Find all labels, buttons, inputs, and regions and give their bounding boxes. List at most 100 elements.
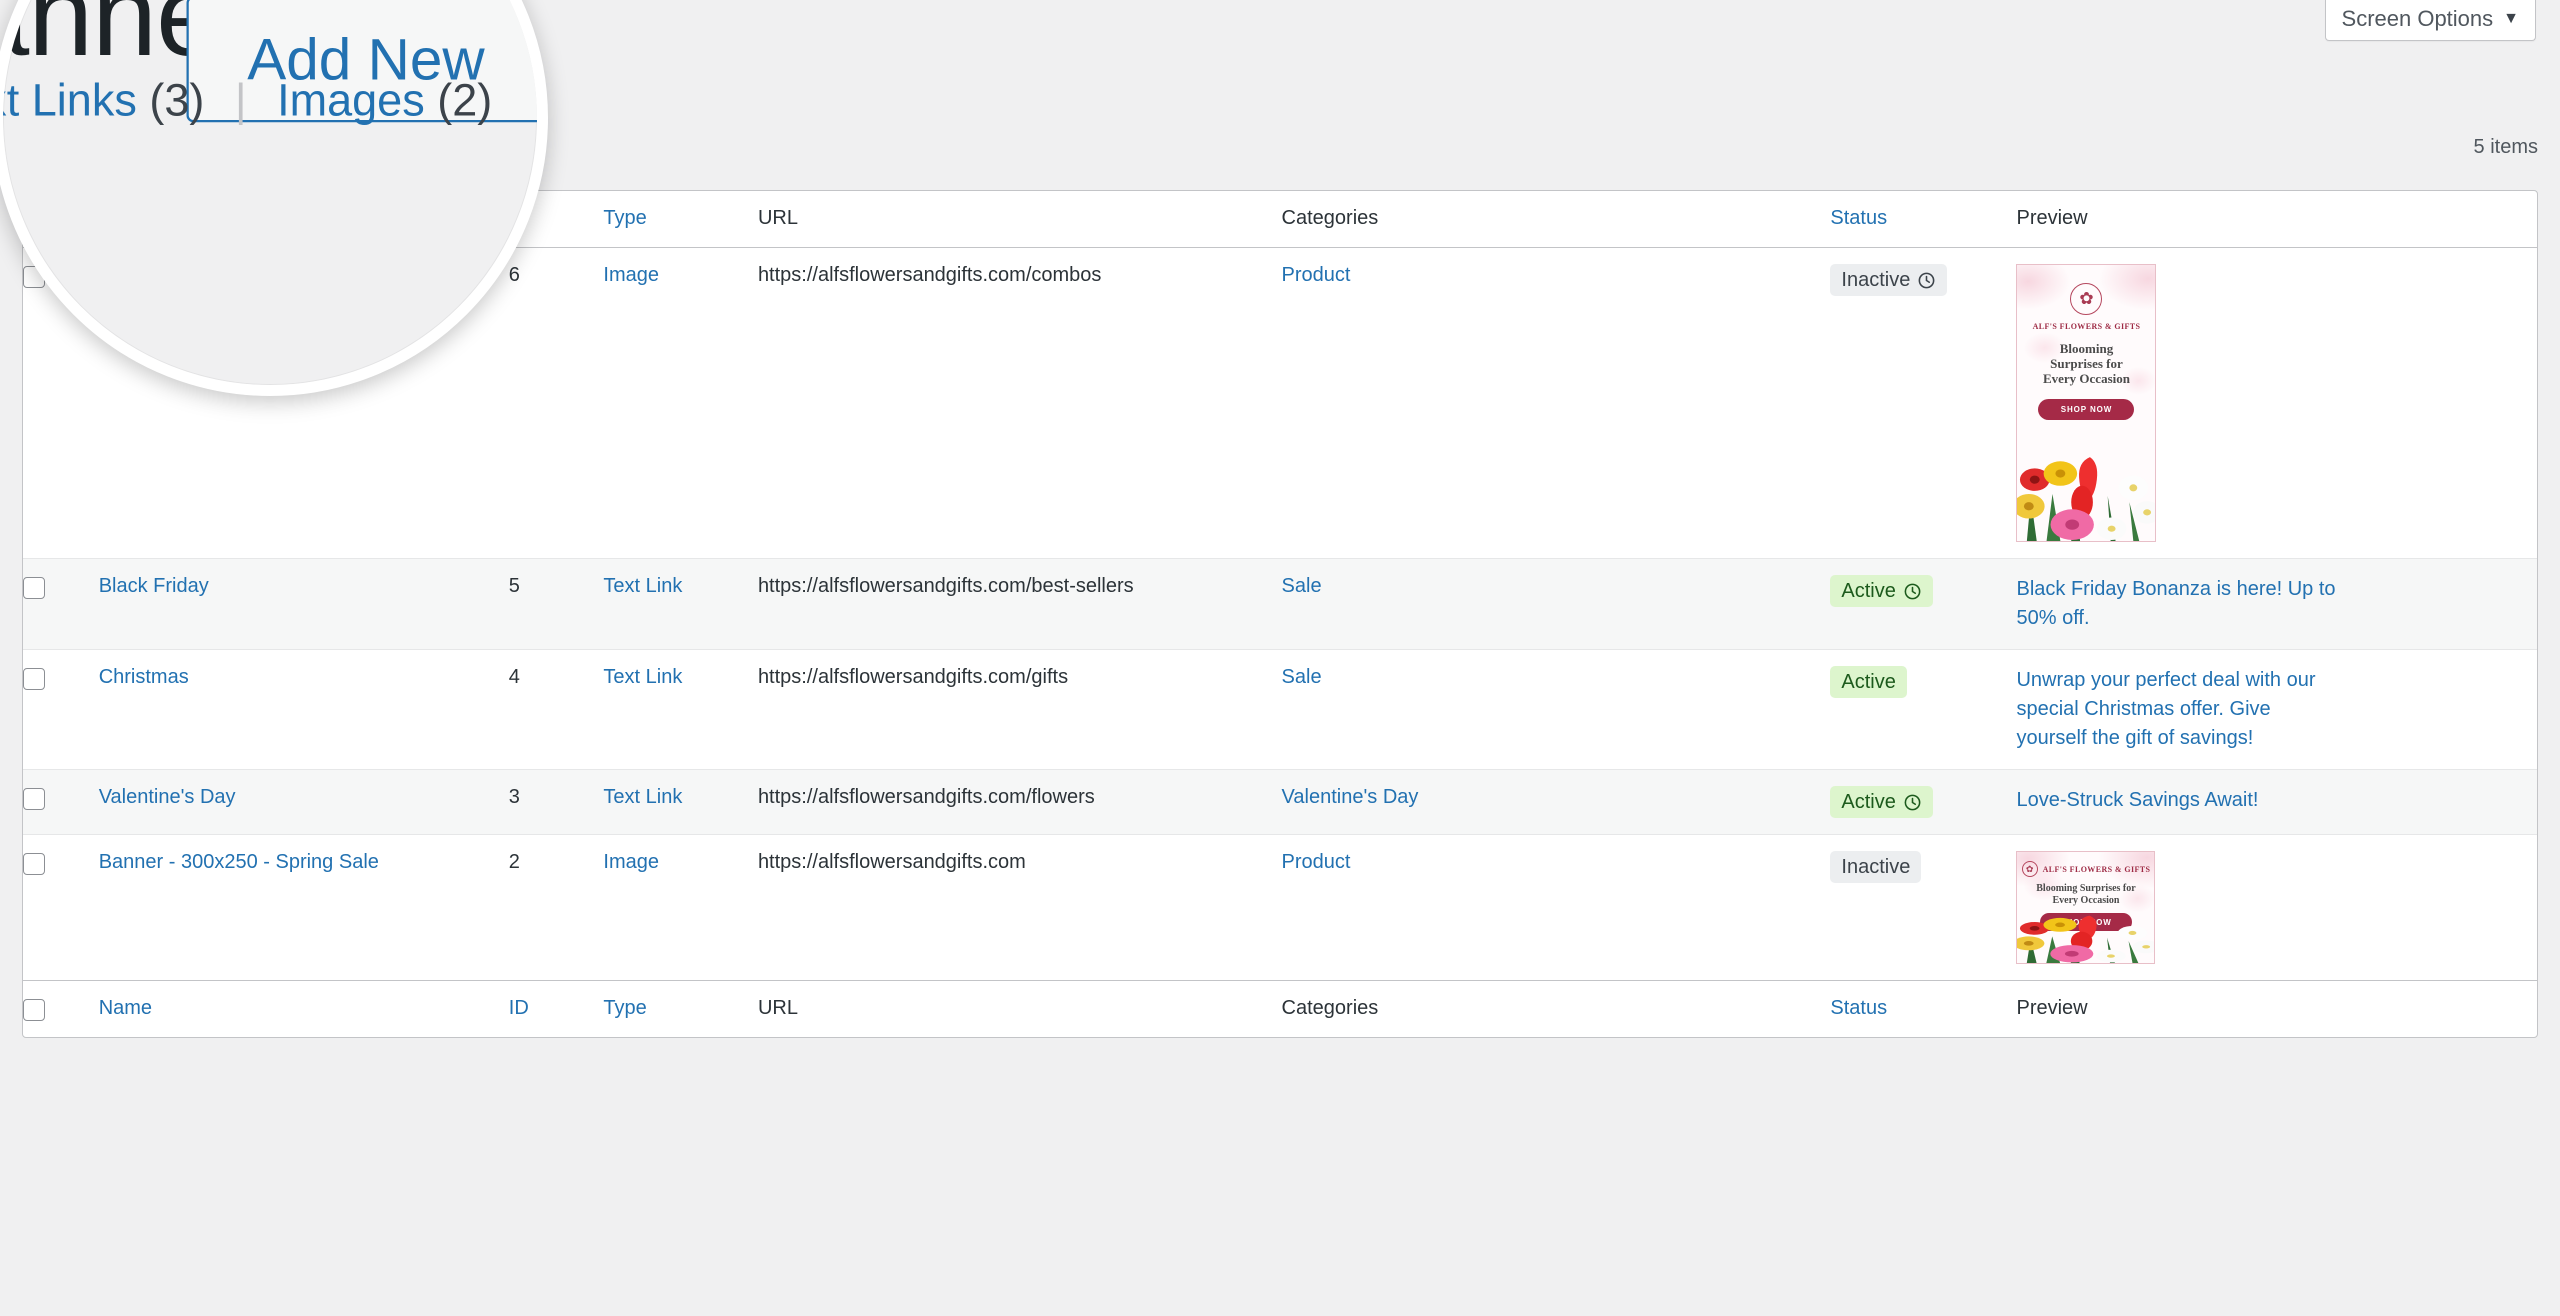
banner-category-link[interactable]: Product xyxy=(1282,264,1351,286)
banner-category-link[interactable]: Sale xyxy=(1282,666,1322,688)
banner-name-link[interactable]: Christmas xyxy=(99,666,189,688)
cell-status: Active xyxy=(1830,559,2016,650)
filter-link-active[interactable]: Active xyxy=(105,95,159,117)
banner-category-link[interactable]: Valentine's Day xyxy=(1282,786,1419,808)
row-select-cell xyxy=(23,650,99,770)
filter-button[interactable]: Filter xyxy=(422,128,501,168)
preview-text[interactable]: Love-Struck Savings Await! xyxy=(2016,786,2336,815)
chevron-down-icon xyxy=(387,144,399,152)
cell-id: 2 xyxy=(509,835,604,981)
column-footer-type[interactable]: Type xyxy=(603,980,758,1037)
cell-preview: ✿ ALF'S FLOWERS & GIFTS Blooming Surprises … xyxy=(2016,248,2537,559)
banner-preview-image-small[interactable]: ✿ ALF'S FLOWERS & GIFTS Blooming Surprises… xyxy=(2016,851,2156,964)
banner-name-link[interactable]: Black Friday xyxy=(99,575,209,597)
column-header-type-link[interactable]: Type xyxy=(603,207,646,229)
column-header-id[interactable]: ID xyxy=(508,191,604,248)
preview-text[interactable]: Black Friday Bonanza is here! Up to 50% … xyxy=(2016,575,2336,633)
bulk-actions-select[interactable]: Bulk actions xyxy=(22,128,212,168)
cell-type: Image xyxy=(603,248,758,559)
banner-category-link[interactable]: Sale xyxy=(1282,575,1322,597)
cell-categories: Product xyxy=(1282,835,1831,981)
brand-logo-icon: ✿ xyxy=(2070,283,2103,315)
status-badge: Active xyxy=(1830,666,1907,698)
clock-icon xyxy=(1918,272,1935,288)
chevron-down-icon: ▼ xyxy=(2503,10,2519,27)
preview-text[interactable]: Unwrap your perfect deal with our specia… xyxy=(2016,666,2336,753)
cell-name: Valentine's Day xyxy=(99,770,509,835)
column-footer-id[interactable]: ID xyxy=(508,980,604,1037)
select-all-checkbox[interactable] xyxy=(23,209,45,231)
table-header-row: Name ID Type URL Categories Status Previ… xyxy=(23,191,2537,248)
banner-headline: Blooming Surprises for Every Occasion xyxy=(2042,341,2130,386)
cell-status: Active xyxy=(1830,770,2016,835)
column-footer-name[interactable]: Name xyxy=(98,980,509,1037)
clock-icon xyxy=(1904,583,1921,599)
filter-link-scheduled[interactable]: Scheduled xyxy=(222,95,317,117)
select-all-checkbox-footer[interactable] xyxy=(23,999,45,1021)
banner-id: 4 xyxy=(508,666,520,688)
banner-brand-row: ✿ ALF'S FLOWERS & GIFTS xyxy=(2021,861,2151,877)
column-footer-url: URL xyxy=(757,980,1282,1037)
cell-url: https://alfsflowersandgifts.com xyxy=(758,835,1282,981)
cell-url: https://alfsflowersandgifts.com/best-sel… xyxy=(758,559,1282,650)
row-checkbox[interactable] xyxy=(23,788,45,810)
column-header-type[interactable]: Type xyxy=(603,191,758,248)
column-header-status[interactable]: Status xyxy=(1830,191,2017,248)
banner-id: 2 xyxy=(508,851,520,873)
table-row[interactable]: Combo Offers 6 Image https://alfsflowersand… xyxy=(23,248,2537,559)
banner-type-link[interactable]: Image xyxy=(603,264,659,286)
cell-url: https://alfsflowersandgifts.com/gifts xyxy=(758,650,1282,770)
banner-id: 6 xyxy=(508,264,520,286)
clock-icon xyxy=(1904,794,1921,810)
row-select-cell xyxy=(23,248,99,559)
banner-type-link[interactable]: Text Link xyxy=(603,786,682,808)
row-checkbox[interactable] xyxy=(23,853,45,875)
row-select-cell xyxy=(23,559,99,650)
status-label: Active xyxy=(1841,791,1896,813)
table-head: Name ID Type URL Categories Status Previ… xyxy=(23,191,2537,248)
banner-name-link[interactable]: Banner - 300x250 - Spring Sale xyxy=(99,851,379,873)
screen-options-button[interactable]: Screen Options ▼ xyxy=(2324,0,2536,41)
banner-url: https://alfsflowersandgifts.com/gifts xyxy=(757,666,1069,688)
banner-type-link[interactable]: Text Link xyxy=(603,575,682,597)
banner-cta-button[interactable]: SHOP NOW xyxy=(2038,398,2135,420)
banner-brand: ALF'S FLOWERS & GIFTS xyxy=(2042,864,2151,874)
banner-content: ✿ ALF'S FLOWERS & GIFTS Blooming Surprises … xyxy=(2017,265,2155,420)
category-filter-select[interactable]: All Categories xyxy=(222,128,412,168)
table-row[interactable]: Banner - 300x250 - Spring Sale 2 Image http… xyxy=(23,834,2537,981)
table-footer-row: Name ID Type URL Categories Status Previ… xyxy=(23,980,2537,1037)
column-header-name-link[interactable]: Name xyxy=(99,207,152,229)
filter-separator: | xyxy=(87,95,94,117)
cell-name: Banner - 300x250 - Spring Sale xyxy=(99,835,509,981)
status-badge: Inactive xyxy=(1830,264,1948,296)
banner-name-link[interactable]: Valentine's Day xyxy=(99,786,236,808)
items-count: 5 items xyxy=(2473,136,2538,158)
table-row[interactable]: Christmas 4 Text Link https://alfsflowersan… xyxy=(23,649,2537,770)
table-navigation: Bulk actions All Categories Filter 5 ite… xyxy=(22,128,2538,168)
cell-status: Inactive xyxy=(1830,248,2016,559)
banner-preview-image[interactable]: ✿ ALF'S FLOWERS & GIFTS Blooming Surprises … xyxy=(2016,264,2157,542)
column-footer-status[interactable]: Status xyxy=(1830,980,2017,1037)
cell-name: Christmas xyxy=(99,650,509,770)
banner-type-link[interactable]: Text Link xyxy=(603,666,682,688)
column-header-categories: Categories xyxy=(1281,191,1831,248)
banner-name-link[interactable]: Combo Offers xyxy=(99,264,223,286)
row-checkbox[interactable] xyxy=(23,668,45,690)
row-checkbox[interactable] xyxy=(23,266,45,288)
filter-count-all: (5) xyxy=(49,95,75,117)
banners-list-table: Name ID Type URL Categories Status Previ… xyxy=(22,190,2538,1038)
banner-category-link[interactable]: Product xyxy=(1282,851,1351,873)
cell-status: Inactive xyxy=(1830,835,2016,981)
row-checkbox[interactable] xyxy=(23,577,45,599)
banner-url: https://alfsflowersandgifts.com/best-sel… xyxy=(757,575,1134,597)
column-header-id-link[interactable]: ID xyxy=(509,207,529,229)
table-row[interactable]: Black Friday 5 Text Link https://alfsflower… xyxy=(23,558,2537,650)
column-header-name[interactable]: Name xyxy=(98,191,509,248)
row-select-cell xyxy=(23,770,99,835)
banner-type-link[interactable]: Image xyxy=(603,851,659,873)
cell-preview: ✿ ALF'S FLOWERS & GIFTS Blooming Surprises… xyxy=(2016,835,2537,981)
table-row[interactable]: Valentine's Day 3 Text Link https://alfsflo… xyxy=(23,769,2537,835)
column-header-status-link[interactable]: Status xyxy=(1830,207,1887,229)
screen-options-label: Screen Options xyxy=(2341,6,2494,31)
filter-link-all[interactable]: All xyxy=(22,95,44,117)
